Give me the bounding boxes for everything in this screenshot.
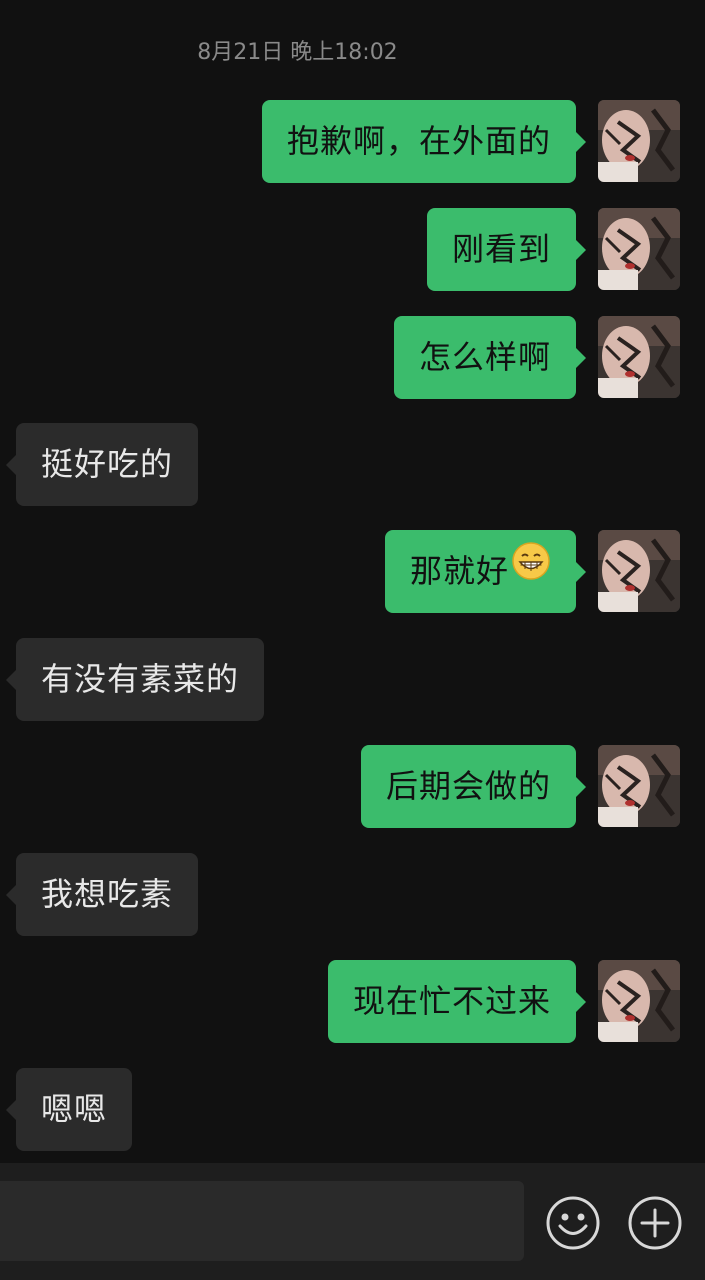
message-row-outgoing: 那就好 [0, 530, 705, 613]
outgoing-message-bubble[interactable]: 怎么样啊 [393, 316, 587, 399]
message-row-incoming: 嗯嗯 [0, 1068, 705, 1151]
outgoing-message-bubble[interactable]: 后期会做的 [360, 745, 587, 828]
message-row-outgoing: 现在忙不过来 [0, 960, 705, 1043]
outgoing-message-bubble[interactable]: 那就好 [384, 529, 587, 613]
chat-input-bar [0, 1163, 705, 1280]
message-row-outgoing: 抱歉啊，在外面的 [0, 100, 705, 183]
incoming-message-bubble[interactable]: 有没有素菜的 [5, 638, 265, 721]
more-button[interactable] [627, 1195, 683, 1251]
plus-circle-icon [628, 1196, 682, 1250]
message-row-outgoing: 怎么样啊 [0, 316, 705, 399]
message-input[interactable] [0, 1181, 524, 1261]
outgoing-message-bubble[interactable]: 抱歉啊，在外面的 [261, 100, 587, 183]
user-avatar[interactable] [598, 100, 680, 182]
smiley-face-icon [546, 1196, 600, 1250]
message-row-outgoing: 刚看到 [0, 208, 705, 291]
user-avatar[interactable] [598, 530, 680, 612]
user-avatar[interactable] [598, 208, 680, 290]
message-row-incoming: 有没有素菜的 [0, 638, 705, 721]
message-row-outgoing: 后期会做的 [0, 745, 705, 828]
outgoing-message-bubble[interactable]: 刚看到 [426, 208, 587, 291]
incoming-message-bubble[interactable]: 挺好吃的 [5, 423, 199, 506]
incoming-message-bubble[interactable]: 我想吃素 [5, 853, 199, 936]
user-avatar[interactable] [598, 960, 680, 1042]
emoji-button[interactable] [545, 1195, 601, 1251]
chat-screen: 8月21日 晚上18:02 抱歉啊，在外面的 刚看到 怎么样啊 挺好吃的 那就好… [0, 0, 705, 1280]
message-row-incoming: 我想吃素 [0, 853, 705, 936]
outgoing-message-bubble[interactable]: 现在忙不过来 [327, 960, 587, 1043]
user-avatar[interactable] [598, 745, 680, 827]
message-timestamp: 8月21日 晚上18:02 [197, 40, 398, 65]
user-avatar[interactable] [598, 316, 680, 398]
incoming-message-bubble[interactable]: 嗯嗯 [5, 1068, 133, 1151]
message-row-incoming: 挺好吃的 [0, 423, 705, 506]
message-text: 那就好 [409, 552, 509, 590]
grin-emoji-icon [511, 529, 551, 612]
